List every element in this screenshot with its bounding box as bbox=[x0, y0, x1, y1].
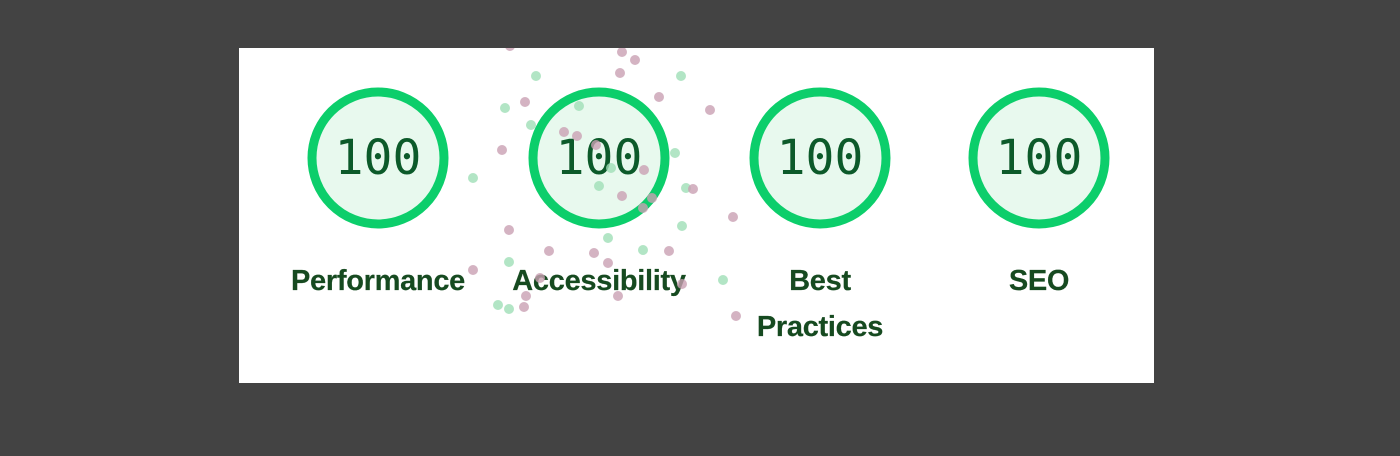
category-label: Best Practices bbox=[756, 265, 884, 343]
score-ring: 100 bbox=[748, 86, 892, 230]
confetti-dot bbox=[531, 71, 541, 81]
score-ring: 100 bbox=[306, 86, 450, 230]
score-value: 100 bbox=[555, 130, 643, 186]
score-ring: 100 bbox=[967, 86, 1111, 230]
confetti-dot bbox=[505, 48, 515, 51]
gauge-seo[interactable]: 100 SEO bbox=[929, 86, 1149, 304]
score-value: 100 bbox=[334, 130, 422, 186]
category-label: Accessibility bbox=[512, 265, 686, 297]
confetti-dot bbox=[617, 48, 627, 57]
gauge-performance[interactable]: 100 Performance bbox=[268, 86, 488, 304]
score-value: 100 bbox=[995, 130, 1083, 186]
score-ring: 100 bbox=[527, 86, 671, 230]
gauge-best-practices[interactable]: 100 Best Practices bbox=[710, 86, 930, 350]
confetti-dot bbox=[504, 304, 514, 314]
gauge-accessibility[interactable]: 100 Accessibility bbox=[489, 86, 709, 304]
category-label: Performance bbox=[291, 265, 466, 297]
confetti-dot bbox=[676, 71, 686, 81]
lighthouse-scores-card: 100 Performance 100 Accessibility 100 Be… bbox=[239, 48, 1154, 383]
confetti-dot bbox=[630, 55, 640, 65]
score-value: 100 bbox=[776, 130, 864, 186]
category-label: SEO bbox=[1008, 265, 1070, 297]
confetti-dot bbox=[615, 68, 625, 78]
